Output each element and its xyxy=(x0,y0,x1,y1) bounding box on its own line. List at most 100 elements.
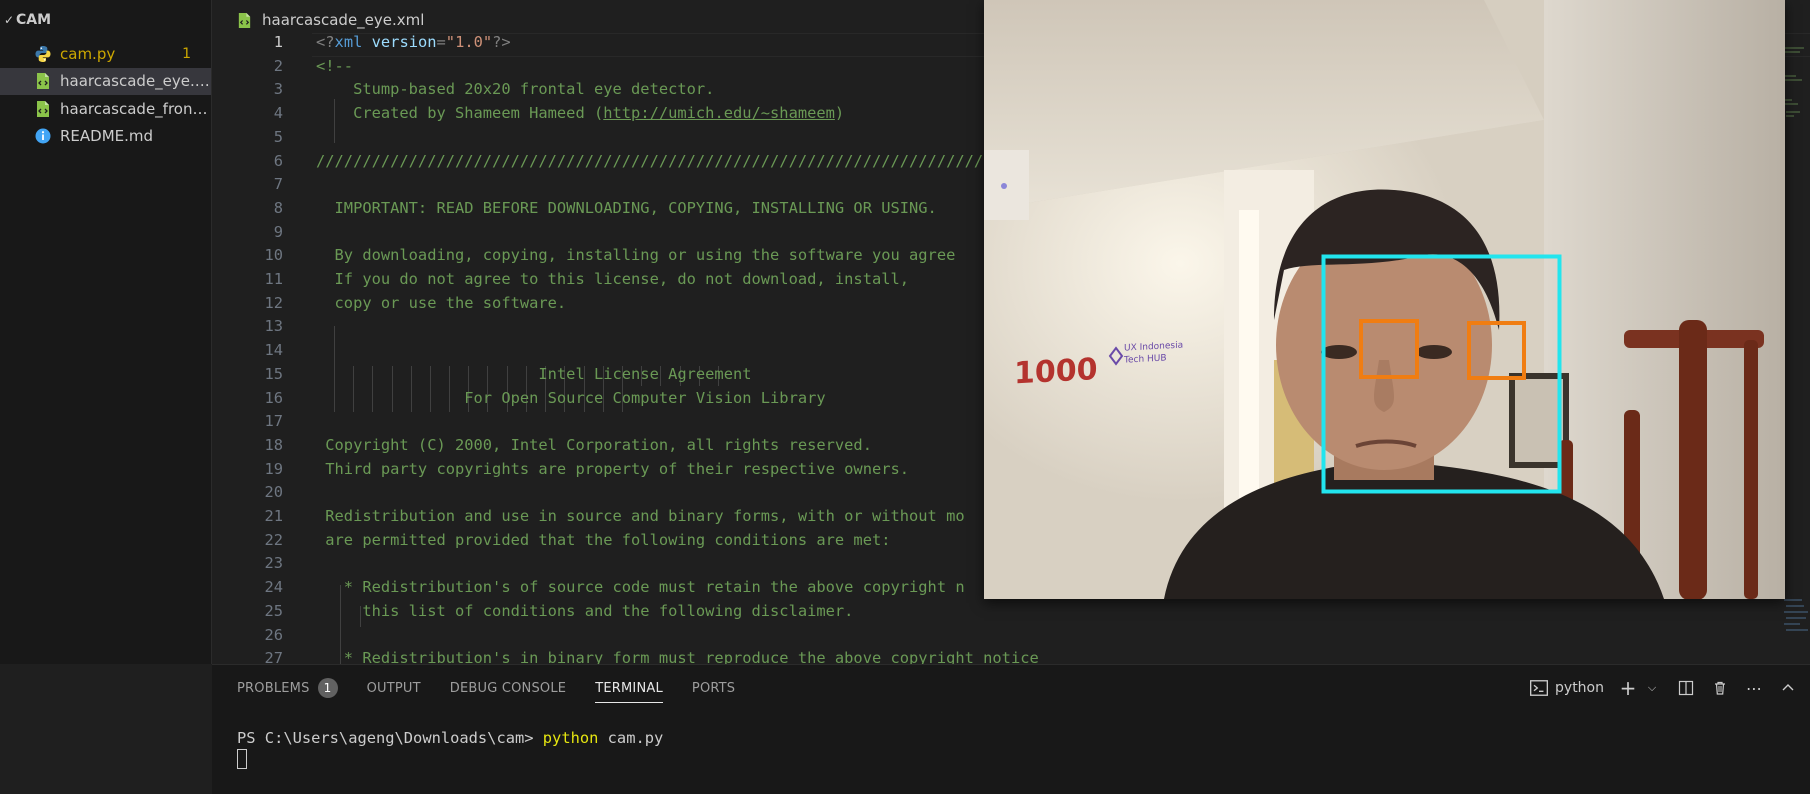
xml-file-icon xyxy=(34,72,52,90)
webcam-frame: 1000 UX Indonesia Tech HUB xyxy=(984,0,1785,599)
line-number: 16 xyxy=(264,388,283,407)
code-link[interactable]: http://umich.edu/~shameem xyxy=(603,104,835,122)
file-name: cam.py xyxy=(60,44,116,63)
line-number: 1 xyxy=(273,33,283,51)
new-terminal-plus-icon[interactable]: + xyxy=(1618,676,1638,700)
xml-eq: = xyxy=(436,33,446,51)
code-line: * Redistribution's in binary form must r… xyxy=(316,649,1039,664)
tab-problems[interactable]: PROBLEMS 1 xyxy=(237,665,338,711)
line-number: 27 xyxy=(264,649,283,664)
more-actions-icon[interactable]: ⋯ xyxy=(1744,678,1764,698)
panel-actions: python + ⌵ ⋯ xyxy=(1529,665,1798,711)
left-eye xyxy=(1321,345,1357,359)
line-number: 22 xyxy=(264,530,283,549)
line-number: 11 xyxy=(264,270,283,288)
tab-debug-console[interactable]: DEBUG CONSOLE xyxy=(450,665,566,711)
code-line: this list of conditions and the followin… xyxy=(316,601,854,620)
minimap[interactable] xyxy=(1782,40,1810,660)
file-name: haarcascade_eye.xml xyxy=(60,72,211,91)
terminal-icon xyxy=(1530,680,1549,696)
code-text: ) xyxy=(834,104,845,123)
terminal-command-line: PS C:\Users\ageng\Downloads\cam> python … xyxy=(237,729,1810,747)
code-line: Stump-based 20x20 frontal eye detector. xyxy=(316,80,715,99)
tab-ports[interactable]: PORTS xyxy=(692,665,735,711)
file-item-haarcascade-frontal[interactable]: haarcascade_fronta... xyxy=(0,95,211,123)
tab-label: OUTPUT xyxy=(366,680,421,696)
xml-tag: xml xyxy=(334,33,363,51)
chevron-down-icon: ✓ xyxy=(3,13,15,27)
python-file-icon xyxy=(34,45,52,63)
line-number: 4 xyxy=(273,104,283,123)
line-number: 17 xyxy=(264,412,283,431)
info-icon xyxy=(34,127,52,145)
tab-label: PORTS xyxy=(691,680,736,696)
terminal-output[interactable]: PS C:\Users\ageng\Downloads\cam> python … xyxy=(212,711,1810,770)
code-line: Redistribution and use in source and bin… xyxy=(316,507,965,525)
code-line: For Open Source Computer Vision Library xyxy=(316,388,826,407)
line-number: 12 xyxy=(264,293,283,312)
code-line: * Redistribution's of source code must r… xyxy=(316,578,965,597)
xml-value: "1.0" xyxy=(445,33,493,51)
tab-label: PROBLEMS xyxy=(237,680,310,696)
code-line: are permitted provided that the followin… xyxy=(316,530,891,549)
line-number: 20 xyxy=(264,483,283,502)
tab-output[interactable]: OUTPUT xyxy=(367,665,421,711)
problems-count-badge: 1 xyxy=(317,678,338,698)
trash-icon[interactable] xyxy=(1710,678,1730,698)
line-number: 8 xyxy=(273,198,283,217)
tab-label: DEBUG CONSOLE xyxy=(449,680,567,696)
code-line-credits: Created by Shameem Hameed (http://umich.… xyxy=(316,104,844,122)
line-number: 21 xyxy=(264,507,283,525)
xml-file-icon xyxy=(34,100,52,118)
code-line: <!-- xyxy=(316,56,354,75)
terminal-args: cam.py xyxy=(598,729,664,747)
line-number: 13 xyxy=(264,317,283,336)
folder-header-cam[interactable]: ✓ CAM xyxy=(0,0,211,40)
xml-file-icon xyxy=(236,12,253,29)
file-item-haarcascade-eye[interactable]: haarcascade_eye.xml xyxy=(0,67,211,95)
terminal-selector[interactable]: python xyxy=(1529,678,1604,698)
folder-name: CAM xyxy=(16,12,52,28)
tab-terminal[interactable]: TERMINAL xyxy=(595,665,663,711)
bottom-panel: PROBLEMS 1 OUTPUT DEBUG CONSOLE TERMINAL … xyxy=(212,664,1810,794)
problem-count-badge: 1 xyxy=(182,45,191,62)
code-line-xml-declaration: <?xml version="1.0"?> xyxy=(316,33,511,51)
xml-punct-close: ?> xyxy=(492,33,511,51)
file-name: README.md xyxy=(60,127,154,146)
terminal-command: python xyxy=(542,729,599,747)
tab-label: TERMINAL xyxy=(595,680,663,696)
line-number: 19 xyxy=(264,459,283,478)
right-eye xyxy=(1416,345,1452,359)
terminal-prompt: PS C:\Users\ageng\Downloads\cam> xyxy=(237,729,543,747)
line-number: 9 xyxy=(273,222,283,241)
code-line: IMPORTANT: READ BEFORE DOWNLOADING, COPY… xyxy=(316,198,937,217)
line-number: 14 xyxy=(264,341,283,360)
code-line: By downloading, copying, installing or u… xyxy=(316,246,956,265)
code-line: copy or use the software. xyxy=(316,293,567,312)
line-number: 7 xyxy=(273,175,283,194)
line-number: 6 xyxy=(273,151,283,170)
line-number: 15 xyxy=(264,364,283,383)
file-item-cam-py[interactable]: cam.py 1 xyxy=(0,40,211,68)
code-line: Copyright (C) 2000, Intel Corporation, a… xyxy=(316,435,872,454)
line-number: 23 xyxy=(264,554,283,573)
xml-punct: <? xyxy=(316,33,335,51)
split-terminal-icon[interactable] xyxy=(1676,678,1696,698)
line-number: 18 xyxy=(264,435,283,454)
code-line: If you do not agree to this license, do … xyxy=(316,270,910,288)
line-number: 26 xyxy=(264,625,283,644)
picture-inner xyxy=(1515,379,1563,462)
maximize-panel-chevron-up-icon[interactable] xyxy=(1778,678,1798,698)
ac-light xyxy=(1001,183,1007,189)
file-item-readme[interactable]: README.md xyxy=(0,123,211,151)
line-number: 25 xyxy=(264,601,283,620)
code-line: Third party copyrights are property of t… xyxy=(316,459,910,478)
line-number: 2 xyxy=(273,56,283,75)
line-number: 5 xyxy=(273,127,283,146)
camera-preview-window[interactable]: 1000 UX Indonesia Tech HUB xyxy=(984,0,1785,599)
terminal-cursor xyxy=(237,749,247,769)
terminal-cursor-line xyxy=(237,749,1810,770)
code-line: Intel License Agreement xyxy=(316,364,752,383)
chevron-down-icon[interactable]: ⌵ xyxy=(1642,678,1662,698)
xml-attr: version xyxy=(371,33,437,51)
